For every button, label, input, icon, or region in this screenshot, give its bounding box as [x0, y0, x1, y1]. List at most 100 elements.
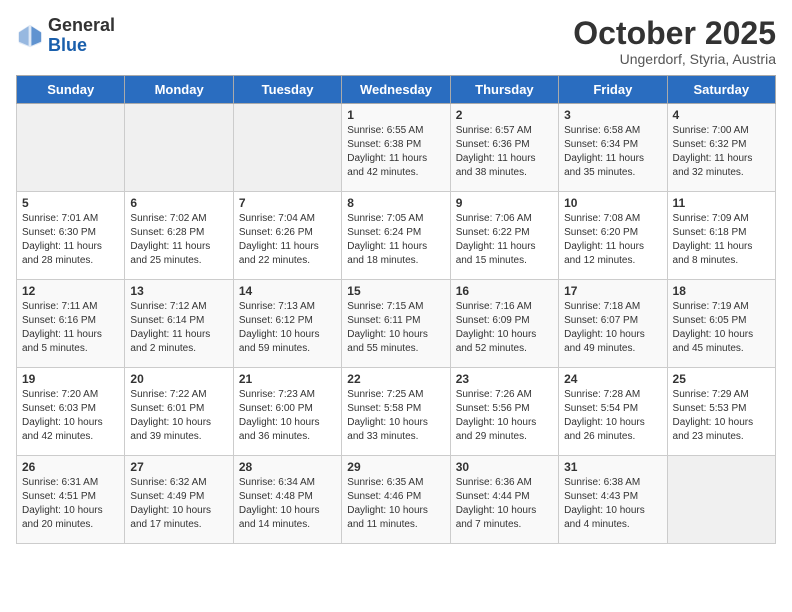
calendar-cell: 16Sunrise: 7:16 AM Sunset: 6:09 PM Dayli…: [450, 280, 558, 368]
day-info: Sunrise: 7:19 AM Sunset: 6:05 PM Dayligh…: [673, 300, 770, 356]
day-number: 1: [347, 108, 444, 122]
day-info: Sunrise: 7:22 AM Sunset: 6:01 PM Dayligh…: [130, 388, 227, 444]
calendar-cell: 14 Sunrise: 7:13 AM Sunset: 6:12 PM Dayli…: [233, 280, 341, 368]
calendar-cell: 10 Sunrise: 7:08 AM Sunset: 6:20 PM Dayli…: [559, 192, 667, 280]
day-number: 21: [239, 372, 336, 386]
day-info: Sunrise: 7:18 AM Sunset: 6:07 PM Dayligh…: [564, 300, 661, 356]
day-number: 11: [673, 196, 770, 210]
day-number: 3: [564, 108, 661, 122]
day-info: Sunrise: 7:05 AM Sunset: 6:24 PM Dayligh…: [347, 212, 444, 268]
day-info: Sunrise: 6:55 AM Sunset: 6:38 PM Dayligh…: [347, 124, 444, 180]
day-number: 20: [130, 372, 227, 386]
day-number: 26: [22, 460, 119, 474]
calendar-week-row: 26 Sunrise: 6:31 AM Sunset: 4:51 PM Dayli…: [17, 456, 776, 544]
day-info: Sunrise: 7:29 AM Sunset: 5:53 PM Dayligh…: [673, 388, 770, 444]
calendar-week-row: 1 Sunrise: 6:55 AM Sunset: 6:38 PM Daylig…: [17, 104, 776, 192]
day-info: Sunrise: 7:00 AM Sunset: 6:32 PM Dayligh…: [673, 124, 770, 180]
day-info: Sunrise: 6:31 AM Sunset: 4:51 PM Dayligh…: [22, 476, 119, 532]
day-info: Sunrise: 7:11 AM Sunset: 6:16 PM Dayligh…: [22, 300, 119, 356]
day-number: 7: [239, 196, 336, 210]
day-number: 8: [347, 196, 444, 210]
header-friday: Friday: [559, 76, 667, 104]
header-saturday: Saturday: [667, 76, 775, 104]
day-info: Sunrise: 6:34 AM Sunset: 4:48 PM Dayligh…: [239, 476, 336, 532]
calendar-cell: 29 Sunrise: 6:35 AM Sunset: 4:46 PM Dayli…: [342, 456, 450, 544]
day-number: 5: [22, 196, 119, 210]
logo: General Blue: [16, 16, 115, 56]
calendar-cell: [233, 104, 341, 192]
day-info: Sunrise: 7:20 AM Sunset: 6:03 PM Dayligh…: [22, 388, 119, 444]
header-tuesday: Tuesday: [233, 76, 341, 104]
calendar-cell: 18 Sunrise: 7:19 AM Sunset: 6:05 PM Dayli…: [667, 280, 775, 368]
day-number: 17: [564, 284, 661, 298]
day-info: Sunrise: 7:12 AM Sunset: 6:14 PM Dayligh…: [130, 300, 227, 356]
day-info: Sunrise: 7:15 AM Sunset: 6:11 PM Dayligh…: [347, 300, 444, 356]
day-number: 15: [347, 284, 444, 298]
calendar-cell: [17, 104, 125, 192]
calendar-week-row: 5 Sunrise: 7:01 AM Sunset: 6:30 PM Daylig…: [17, 192, 776, 280]
day-number: 18: [673, 284, 770, 298]
calendar-cell: 4 Sunrise: 7:00 AM Sunset: 6:32 PM Daylig…: [667, 104, 775, 192]
day-info: Sunrise: 7:16 AM Sunset: 6:09 PM Dayligh…: [456, 300, 553, 356]
day-info: Sunrise: 7:06 AM Sunset: 6:22 PM Dayligh…: [456, 212, 553, 268]
day-info: Sunrise: 6:35 AM Sunset: 4:46 PM Dayligh…: [347, 476, 444, 532]
logo-icon: [16, 22, 44, 50]
header-sunday: Sunday: [17, 76, 125, 104]
calendar-cell: 26 Sunrise: 6:31 AM Sunset: 4:51 PM Dayli…: [17, 456, 125, 544]
header-wednesday: Wednesday: [342, 76, 450, 104]
day-info: Sunrise: 6:38 AM Sunset: 4:43 PM Dayligh…: [564, 476, 661, 532]
calendar-cell: 12 Sunrise: 7:11 AM Sunset: 6:16 PM Dayli…: [17, 280, 125, 368]
calendar-cell: 9 Sunrise: 7:06 AM Sunset: 6:22 PM Daylig…: [450, 192, 558, 280]
calendar-cell: 31 Sunrise: 6:38 AM Sunset: 4:43 PM Dayli…: [559, 456, 667, 544]
calendar-cell: 22 Sunrise: 7:25 AM Sunset: 5:58 PM Dayli…: [342, 368, 450, 456]
day-info: Sunrise: 7:04 AM Sunset: 6:26 PM Dayligh…: [239, 212, 336, 268]
day-number: 23: [456, 372, 553, 386]
day-number: 19: [22, 372, 119, 386]
day-info: Sunrise: 7:26 AM Sunset: 5:56 PM Dayligh…: [456, 388, 553, 444]
calendar-cell: [667, 456, 775, 544]
day-info: Sunrise: 7:28 AM Sunset: 5:54 PM Dayligh…: [564, 388, 661, 444]
header-monday: Monday: [125, 76, 233, 104]
day-number: 24: [564, 372, 661, 386]
calendar-cell: [125, 104, 233, 192]
day-info: Sunrise: 6:57 AM Sunset: 6:36 PM Dayligh…: [456, 124, 553, 180]
day-info: Sunrise: 6:58 AM Sunset: 6:34 PM Dayligh…: [564, 124, 661, 180]
calendar-cell: 17 Sunrise: 7:18 AM Sunset: 6:07 PM Dayli…: [559, 280, 667, 368]
calendar-week-row: 19 Sunrise: 7:20 AM Sunset: 6:03 PM Dayli…: [17, 368, 776, 456]
calendar-cell: 23 Sunrise: 7:26 AM Sunset: 5:56 PM Dayli…: [450, 368, 558, 456]
day-number: 30: [456, 460, 553, 474]
logo-text: General Blue: [48, 16, 115, 56]
day-info: Sunrise: 7:08 AM Sunset: 6:20 PM Dayligh…: [564, 212, 661, 268]
day-info: Sunrise: 7:23 AM Sunset: 6:00 PM Dayligh…: [239, 388, 336, 444]
day-info: Sunrise: 6:32 AM Sunset: 4:49 PM Dayligh…: [130, 476, 227, 532]
calendar-cell: 7 Sunrise: 7:04 AM Sunset: 6:26 PM Daylig…: [233, 192, 341, 280]
day-number: 31: [564, 460, 661, 474]
calendar-cell: 25 Sunrise: 7:29 AM Sunset: 5:53 PM Dayli…: [667, 368, 775, 456]
day-number: 6: [130, 196, 227, 210]
day-number: 14: [239, 284, 336, 298]
calendar-table: SundayMondayTuesdayWednesdayThursdayFrid…: [16, 75, 776, 544]
calendar-cell: 5 Sunrise: 7:01 AM Sunset: 6:30 PM Daylig…: [17, 192, 125, 280]
day-info: Sunrise: 7:25 AM Sunset: 5:58 PM Dayligh…: [347, 388, 444, 444]
title-block: October 2025 Ungerdorf, Styria, Austria: [573, 16, 776, 67]
calendar-cell: 24 Sunrise: 7:28 AM Sunset: 5:54 PM Dayli…: [559, 368, 667, 456]
calendar-cell: 21 Sunrise: 7:23 AM Sunset: 6:00 PM Dayli…: [233, 368, 341, 456]
calendar-cell: 30Sunrise: 6:36 AM Sunset: 4:44 PM Dayli…: [450, 456, 558, 544]
calendar-cell: 15 Sunrise: 7:15 AM Sunset: 6:11 PM Dayli…: [342, 280, 450, 368]
day-info: Sunrise: 7:02 AM Sunset: 6:28 PM Dayligh…: [130, 212, 227, 268]
day-number: 4: [673, 108, 770, 122]
day-number: 27: [130, 460, 227, 474]
day-info: Sunrise: 7:09 AM Sunset: 6:18 PM Dayligh…: [673, 212, 770, 268]
calendar-cell: 27 Sunrise: 6:32 AM Sunset: 4:49 PM Dayli…: [125, 456, 233, 544]
calendar-cell: 6 Sunrise: 7:02 AM Sunset: 6:28 PM Daylig…: [125, 192, 233, 280]
day-info: Sunrise: 7:13 AM Sunset: 6:12 PM Dayligh…: [239, 300, 336, 356]
day-number: 29: [347, 460, 444, 474]
day-number: 22: [347, 372, 444, 386]
day-number: 10: [564, 196, 661, 210]
day-number: 9: [456, 196, 553, 210]
day-number: 13: [130, 284, 227, 298]
day-number: 12: [22, 284, 119, 298]
day-number: 25: [673, 372, 770, 386]
day-info: Sunrise: 7:01 AM Sunset: 6:30 PM Dayligh…: [22, 212, 119, 268]
calendar-cell: 19 Sunrise: 7:20 AM Sunset: 6:03 PM Dayli…: [17, 368, 125, 456]
